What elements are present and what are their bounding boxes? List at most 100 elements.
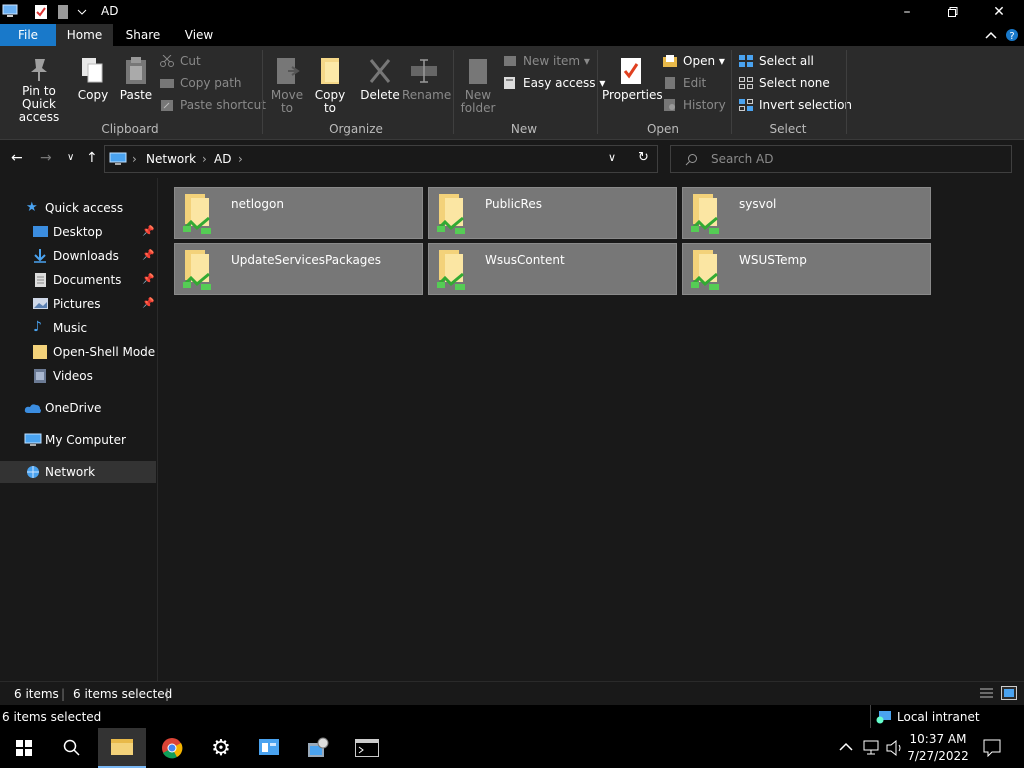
star-icon: ★: [26, 200, 38, 215]
open-label: Open: [683, 54, 716, 68]
folder-name: WSUSTemp: [739, 253, 807, 267]
item-count: 6 items: [14, 687, 59, 701]
search-icon: [685, 154, 697, 166]
invert-selection-button[interactable]: Invert selection: [739, 96, 852, 114]
paste-icon: [126, 57, 146, 84]
chevron-right-icon: ›: [202, 152, 207, 166]
new-folder-quick-icon[interactable]: [57, 4, 69, 20]
up-button[interactable]: ↑: [86, 150, 98, 166]
sidebar-item-label: My Computer: [45, 433, 126, 447]
history-button[interactable]: History: [663, 96, 726, 114]
properties-check-icon[interactable]: [34, 4, 48, 20]
tab-home[interactable]: Home: [56, 24, 113, 46]
easy-access-button[interactable]: Easy access ▾: [503, 74, 605, 92]
minimize-button[interactable]: –: [884, 0, 930, 24]
chrome-taskbar-button[interactable]: [148, 728, 196, 768]
sidebar-item-quick-access[interactable]: ★ Quick access: [0, 197, 156, 219]
list-item-updateservicespackages[interactable]: UpdateServicesPackages: [174, 243, 423, 295]
task-scheduler-taskbar-button[interactable]: [294, 728, 342, 768]
delete-button[interactable]: Delete: [360, 56, 400, 102]
sidebar-item-my-computer[interactable]: My Computer: [0, 429, 156, 451]
large-icons-view-icon[interactable]: [1001, 686, 1017, 700]
system-clock[interactable]: 10:37 AM 7/27/2022: [906, 731, 970, 765]
rename-button[interactable]: Rename: [402, 56, 452, 102]
pin-icon[interactable]: 📌: [142, 245, 154, 267]
search-button[interactable]: [48, 728, 96, 768]
settings-taskbar-button[interactable]: ⚙: [197, 728, 245, 768]
windows-logo-icon: [16, 740, 32, 756]
breadcrumb-ad[interactable]: AD: [214, 152, 231, 166]
computer-icon[interactable]: [2, 4, 18, 18]
pin-to-quick-access-button[interactable]: Pin to Quick access: [4, 56, 74, 124]
cut-button[interactable]: Cut: [160, 52, 201, 70]
pin-icon[interactable]: 📌: [142, 269, 154, 291]
properties-button[interactable]: Properties: [602, 56, 663, 102]
forward-button[interactable]: →: [40, 150, 52, 166]
copy-button[interactable]: Copy: [76, 56, 110, 102]
list-item-publicres[interactable]: PublicRes: [428, 187, 677, 239]
new-folder-icon: [469, 59, 487, 84]
terminal-icon: [355, 739, 379, 757]
new-item-button[interactable]: New item ▾: [503, 52, 590, 70]
help-icon[interactable]: ?: [1005, 28, 1019, 42]
server-manager-taskbar-button[interactable]: [245, 728, 293, 768]
command-prompt-taskbar-button[interactable]: [343, 728, 391, 768]
status-divider: |: [61, 687, 66, 701]
volume-icon[interactable]: [886, 740, 904, 756]
move-to-button[interactable]: Move to: [268, 56, 306, 115]
select-all-label: Select all: [759, 54, 814, 68]
search-box[interactable]: Search AD: [670, 145, 1012, 173]
file-explorer-taskbar-button[interactable]: [98, 728, 146, 768]
clipboard-group-label: Clipboard: [101, 122, 159, 136]
sidebar-item-pictures[interactable]: Pictures 📌: [0, 293, 156, 315]
open-folder-icon: [663, 55, 677, 67]
invert-selection-label: Invert selection: [759, 98, 853, 112]
sidebar-item-desktop[interactable]: Desktop 📌: [0, 221, 156, 243]
list-item-wsustemp[interactable]: WSUSTemp: [682, 243, 931, 295]
pin-icon[interactable]: 📌: [142, 293, 154, 315]
tab-share[interactable]: Share: [116, 24, 170, 46]
open-button[interactable]: Open ▾: [663, 52, 725, 70]
breadcrumb-network[interactable]: Network: [146, 152, 196, 166]
start-button[interactable]: [0, 728, 48, 768]
sidebar-item-videos[interactable]: Videos: [0, 365, 156, 387]
collapse-ribbon-icon[interactable]: [985, 30, 997, 40]
tab-file[interactable]: File: [0, 24, 56, 46]
back-button[interactable]: ←: [11, 150, 23, 166]
tab-view[interactable]: View: [174, 24, 224, 46]
paste-shortcut-button[interactable]: Paste shortcut: [160, 96, 266, 114]
sidebar-item-downloads[interactable]: Downloads 📌: [0, 245, 156, 267]
list-item-sysvol[interactable]: sysvol: [682, 187, 931, 239]
maximize-button[interactable]: [930, 0, 976, 24]
address-bar[interactable]: › Network › AD › ∨ ↻: [104, 145, 658, 173]
sidebar-item-open-shell-modern[interactable]: Open-Shell Modern: [0, 341, 156, 363]
task-scheduler-icon: [308, 737, 329, 757]
copy-to-button[interactable]: Copy to: [312, 56, 348, 115]
chevron-up-icon[interactable]: [839, 742, 853, 752]
sidebar-item-music[interactable]: ♪ Music: [0, 317, 156, 339]
select-all-button[interactable]: Select all: [739, 52, 814, 70]
list-item-netlogon[interactable]: netlogon: [174, 187, 423, 239]
intranet-zone-icon: [876, 711, 891, 724]
address-dropdown-button[interactable]: ∨: [608, 151, 616, 164]
select-none-button[interactable]: Select none: [739, 74, 830, 92]
edit-button[interactable]: Edit: [663, 74, 706, 92]
sidebar-item-network[interactable]: Network: [0, 461, 156, 483]
refresh-button[interactable]: ↻: [638, 150, 649, 165]
list-item-wsuscontent[interactable]: WsusContent: [428, 243, 677, 295]
notifications-icon[interactable]: [983, 739, 1001, 757]
minimize-icon: –: [903, 4, 911, 20]
copy-path-button[interactable]: Copy path: [160, 74, 242, 92]
pin-icon[interactable]: 📌: [142, 221, 154, 243]
network-status-icon[interactable]: [863, 740, 881, 756]
paste-button[interactable]: Paste: [118, 56, 154, 102]
sidebar-item-onedrive[interactable]: OneDrive: [0, 397, 156, 419]
close-button[interactable]: ✕: [976, 0, 1022, 24]
rename-label: Rename: [402, 88, 452, 102]
customize-toolbar-icon[interactable]: [77, 8, 87, 16]
recent-locations-button[interactable]: ∨: [67, 152, 74, 163]
details-view-icon[interactable]: [979, 687, 994, 699]
new-folder-button[interactable]: New folder: [458, 56, 498, 115]
sidebar-item-documents[interactable]: Documents 📌: [0, 269, 156, 291]
folder-name: sysvol: [739, 197, 777, 211]
